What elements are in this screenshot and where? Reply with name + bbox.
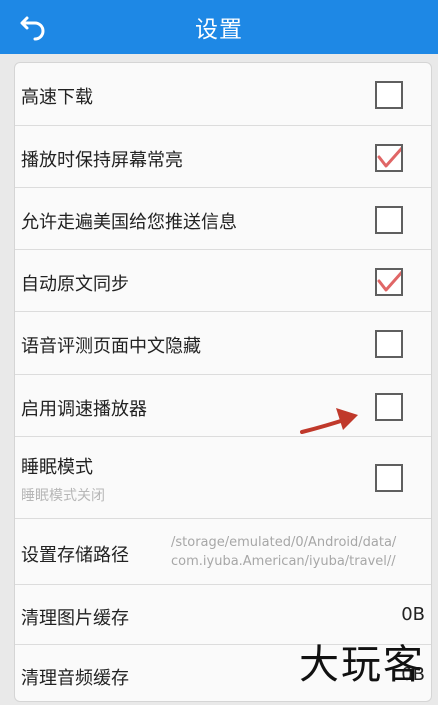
watermark-logo: 大玩客: [299, 642, 425, 688]
storage-path-line: /storage/emulated/0/Android/data/: [171, 535, 397, 550]
hide-chinese-checkbox[interactable]: [375, 330, 403, 358]
high-speed-download-checkbox[interactable]: [375, 81, 403, 109]
setting-label: 设置存储路径: [21, 545, 129, 566]
checkmark-icon: [377, 146, 401, 168]
setting-row-hide-chinese[interactable]: 语音评测页面中文隐藏: [15, 312, 431, 375]
red-arrow-icon: [300, 408, 358, 434]
allow-push-checkbox[interactable]: [375, 206, 403, 234]
setting-label: 播放时保持屏幕常亮: [21, 150, 183, 171]
setting-label: 高速下载: [21, 87, 93, 108]
setting-row-allow-push[interactable]: 允许走遍美国给您推送信息: [15, 188, 431, 250]
setting-label: 语音评测页面中文隐藏: [21, 336, 201, 357]
setting-row-speed-player[interactable]: 启用调速播放器: [15, 375, 431, 437]
storage-path-value: /storage/emulated/0/Android/data/ com.iy…: [171, 533, 421, 571]
setting-row-storage-path[interactable]: 设置存储路径 /storage/emulated/0/Android/data/…: [15, 519, 431, 585]
setting-row-auto-sync[interactable]: 自动原文同步: [15, 250, 431, 312]
sleep-mode-checkbox[interactable]: [375, 464, 403, 492]
setting-row-high-speed-download[interactable]: 高速下载: [15, 63, 431, 126]
setting-label: 睡眠模式: [21, 457, 93, 478]
keep-screen-on-checkbox[interactable]: [375, 144, 403, 172]
setting-label: 自动原文同步: [21, 274, 129, 295]
image-cache-size: 0B: [401, 604, 425, 625]
setting-label: 清理图片缓存: [21, 608, 129, 629]
checkmark-icon: [377, 270, 401, 292]
setting-row-keep-screen-on[interactable]: 播放时保持屏幕常亮: [15, 126, 431, 188]
auto-sync-checkbox[interactable]: [375, 268, 403, 296]
setting-row-sleep-mode[interactable]: 睡眠模式 睡眠模式关闭: [15, 437, 431, 519]
setting-label: 允许走遍美国给您推送信息: [21, 212, 237, 233]
storage-path-line: com.iyuba.American/iyuba/travel//: [171, 554, 396, 569]
setting-sublabel: 睡眠模式关闭: [21, 488, 105, 504]
setting-label: 清理音频缓存: [21, 668, 129, 689]
setting-label: 启用调速播放器: [21, 399, 147, 420]
speed-player-checkbox[interactable]: [375, 393, 403, 421]
settings-list: 高速下载 播放时保持屏幕常亮 允许走遍美国给您推送信息 自动原文同步 语音评测页…: [14, 62, 432, 702]
page-title: 设置: [195, 17, 243, 43]
title-bar: 设置: [0, 0, 438, 54]
